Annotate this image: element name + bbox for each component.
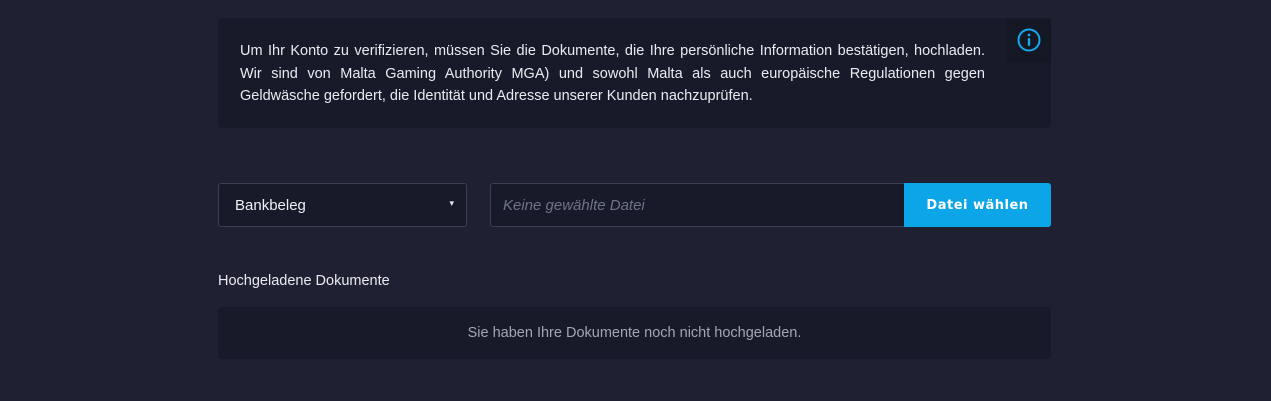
info-circle-icon [1017,28,1041,52]
verification-info-text: Um Ihr Konto zu verifizieren, müssen Sie… [240,43,985,104]
file-name-field[interactable]: Keine gewählte Datei [490,183,904,227]
uploaded-documents-list: Sie haben Ihre Dokumente noch nicht hoch… [218,307,1051,359]
chevron-down-icon: ▾ [449,198,454,208]
info-icon-button[interactable] [1007,18,1051,62]
document-type-select[interactable]: Bankbeleg ▾ [218,183,467,227]
empty-documents-message: Sie haben Ihre Dokumente noch nicht hoch… [467,325,802,341]
verification-info-panel: Um Ihr Konto zu verifizieren, müssen Sie… [218,18,1051,128]
document-type-value: Bankbeleg [235,197,306,214]
choose-file-button[interactable]: Datei wählen [904,183,1051,227]
uploaded-documents-heading: Hochgeladene Dokumente [218,273,390,289]
file-placeholder: Keine gewählte Datei [503,197,645,214]
